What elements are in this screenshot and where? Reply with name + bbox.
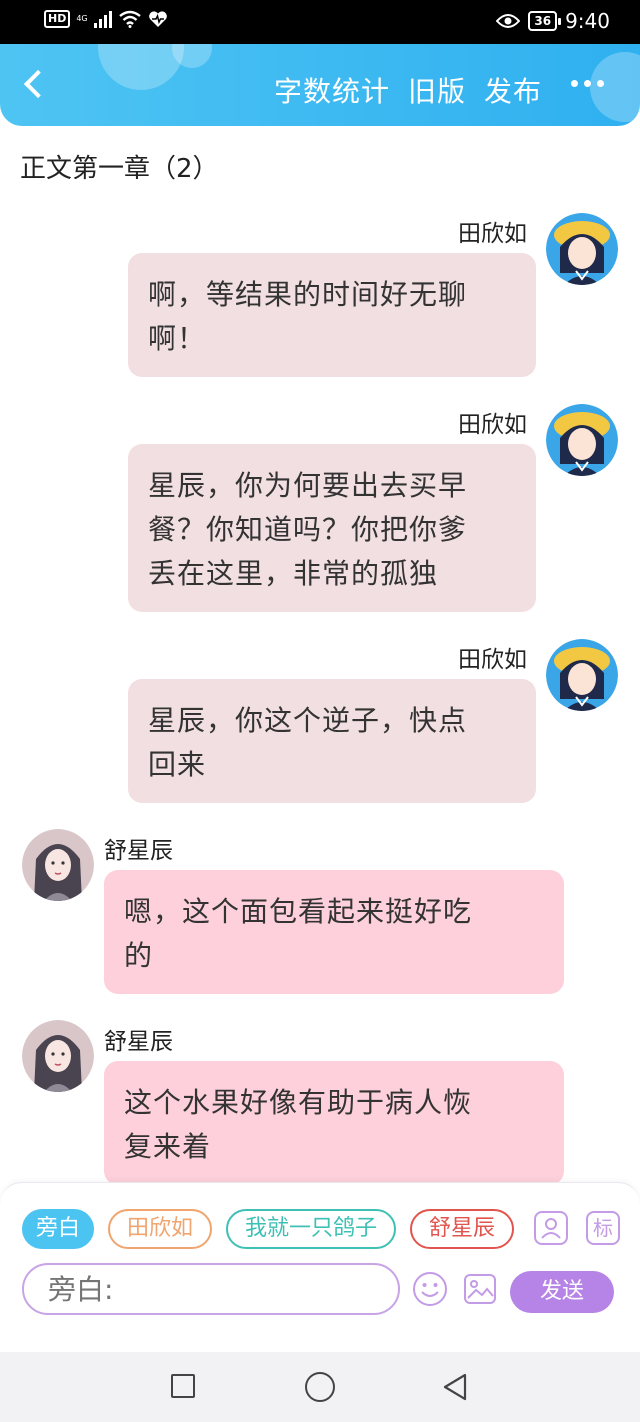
message-line: 复来着 [124,1130,212,1163]
role-chip-pigeon[interactable]: 我就一只鸽子 [226,1209,396,1249]
avatar[interactable] [546,213,618,285]
message-bubble: 这个水果好像有助于病人恢 复来着 [104,1061,564,1185]
publish-button[interactable]: 发布 [484,70,542,110]
heart-rate-icon [148,11,167,27]
message-line: 回来 [148,748,207,781]
decor-bubble [590,52,640,122]
speaker-name: 田欣如 [458,221,527,247]
top-header: 字数统计 旧版 发布 [0,44,640,126]
eye-icon [496,14,521,28]
message-input[interactable] [22,1263,400,1315]
decor-bubble [98,44,184,90]
image-icon[interactable] [462,1271,498,1307]
signal-icon [93,10,112,28]
message-line: 餐？你知道吗？你把你爹 [148,513,468,546]
avatar[interactable] [546,404,618,476]
character-manage-icon[interactable] [534,1211,568,1245]
message-bubble: 嗯，这个面包看起来挺好吃 的 [104,870,564,994]
back-nav-icon[interactable] [441,1372,471,1402]
chapter-title: 正文第一章（2） [20,154,219,184]
message-line: 嗯，这个面包看起来挺好吃 [124,895,473,928]
recent-apps-icon[interactable] [171,1374,195,1398]
avatar[interactable] [546,639,618,711]
wifi-icon [118,10,141,28]
battery-indicator: 36 [528,11,561,31]
status-left: HD 4G [44,10,168,28]
avatar[interactable] [22,829,94,901]
mark-icon[interactable]: 标 [586,1211,620,1245]
word-count-button[interactable]: 字数统计 [274,70,390,110]
message-line: 星辰，你为何要出去买早 [148,469,468,502]
composer-panel: 旁白 田欣如 我就一只鸽子 舒星辰 标 发送 [0,1182,640,1352]
network-type: 4G [76,14,88,23]
send-button[interactable]: 发送 [510,1271,614,1313]
network-label: 4G [76,15,87,23]
status-right: 36 9:40 [496,9,610,33]
message-bubble: 星辰，你为何要出去买早 餐？你知道吗？你把你爹 丢在这里，非常的孤独 [128,444,536,612]
hd-badge: HD [44,10,71,28]
role-chip-tian-xinru[interactable]: 田欣如 [108,1209,212,1249]
speaker-name: 田欣如 [458,412,527,438]
more-icon[interactable] [571,80,604,87]
role-chip-narration[interactable]: 旁白 [22,1209,94,1249]
emoji-icon[interactable] [412,1271,448,1307]
speaker-name: 舒星辰 [104,838,173,864]
message-bubble: 啊，等结果的时间好无聊 啊！ [128,253,536,377]
message-line: 啊，等结果的时间好无聊 [148,278,468,311]
message-line: 啊！ [148,322,207,355]
message-line: 的 [124,939,154,972]
speaker-name: 舒星辰 [104,1029,173,1055]
speaker-name: 田欣如 [458,647,527,673]
header-actions: 字数统计 旧版 发布 [274,70,542,110]
system-nav-bar [0,1352,640,1422]
message-line: 星辰，你这个逆子，快点 [148,704,468,737]
clock: 9:40 [565,9,610,33]
back-button[interactable] [18,66,54,102]
avatar[interactable] [22,1020,94,1092]
message-line: 丢在这里，非常的孤独 [148,557,439,590]
home-icon[interactable] [305,1372,335,1402]
role-chip-shu-xingchen[interactable]: 舒星辰 [410,1209,514,1249]
message-bubble: 星辰，你这个逆子，快点 回来 [128,679,536,803]
status-bar: HD 4G 36 9:40 [0,0,640,44]
message-line: 这个水果好像有助于病人恢 [124,1086,473,1119]
old-version-button[interactable]: 旧版 [408,70,466,110]
